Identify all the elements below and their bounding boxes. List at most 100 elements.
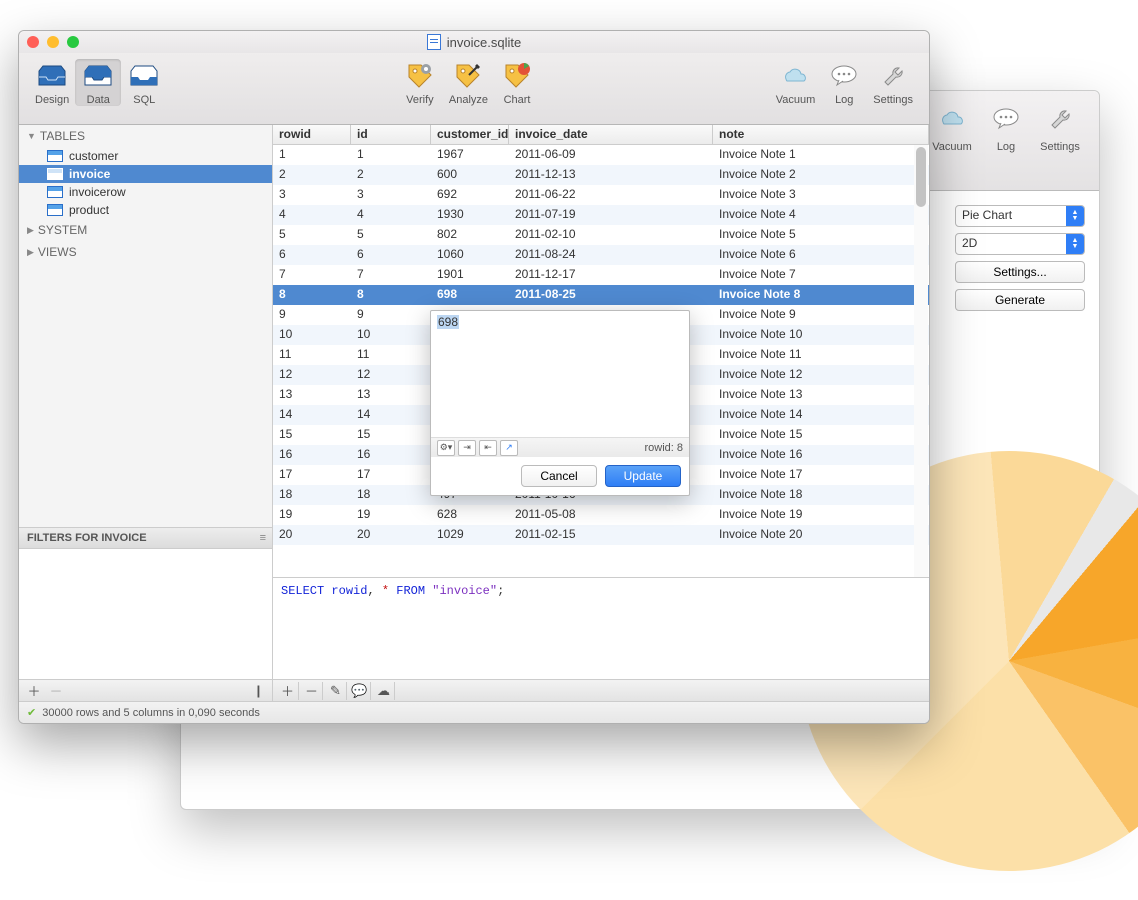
cell-edit-textarea[interactable]: 698 (431, 311, 689, 437)
cancel-button[interactable]: Cancel (521, 465, 597, 487)
chart-generate-button[interactable]: Generate (955, 289, 1085, 311)
gear-dropdown-icon[interactable]: ⚙▾ (437, 440, 455, 456)
statusbar: ✔ 30000 rows and 5 columns in 0,090 seco… (19, 701, 929, 723)
table-row[interactable]: 19196282011-05-08Invoice Note 19 (273, 505, 929, 525)
cell-rowid: 2 (273, 165, 351, 185)
tray-data-icon (81, 61, 115, 91)
cell-invoice-date: 2011-05-08 (509, 505, 713, 525)
table-row[interactable]: 1119672011-06-09Invoice Note 1 (273, 145, 929, 165)
mode-group: Design Data SQL (29, 59, 167, 106)
chart-dimension-select[interactable]: 2D ▲▼ (955, 233, 1085, 255)
sidebar-table-product[interactable]: product (19, 201, 272, 219)
analyze-button[interactable]: Analyze (443, 59, 494, 106)
table-row[interactable]: 886982011-08-25Invoice Note 8 (273, 285, 929, 305)
speech-bubble-icon (827, 61, 861, 91)
cell-id: 12 (351, 365, 431, 385)
vacuum-label: Vacuum (932, 141, 972, 153)
table-row[interactable]: 558022011-02-10Invoice Note 5 (273, 225, 929, 245)
design-button[interactable]: Design (29, 59, 75, 106)
table-row[interactable]: 202010292011-02-15Invoice Note 20 (273, 525, 929, 545)
cloud-button[interactable]: ☁ (373, 682, 395, 700)
remove-row-button[interactable]: － (301, 682, 323, 700)
cell-note: Invoice Note 18 (713, 485, 929, 505)
analyze-label: Analyze (449, 94, 488, 106)
update-button[interactable]: Update (605, 465, 681, 487)
add-filter-button[interactable]: ＋ (23, 682, 45, 700)
sidebar-table-invoicerow[interactable]: invoicerow (19, 183, 272, 201)
right-group: Vacuum Log Settings (770, 59, 919, 106)
menu-lines-icon[interactable]: ≡ (260, 532, 264, 544)
chart-label: Chart (504, 94, 531, 106)
main-toolbar: Design Data SQL Verify Analyze Cha (19, 53, 929, 125)
verify-button[interactable]: Verify (397, 59, 443, 106)
titlebar[interactable]: invoice.sqlite (19, 31, 929, 53)
table-row[interactable]: 336922011-06-22Invoice Note 3 (273, 185, 929, 205)
remove-filter-button[interactable]: － (45, 682, 67, 700)
minimize-window-icon[interactable] (47, 36, 59, 48)
chart-button[interactable]: Chart (494, 59, 540, 106)
col-header-rowid[interactable]: rowid (273, 125, 351, 144)
wrench-icon (876, 61, 910, 91)
cell-rowid: 11 (273, 345, 351, 365)
design-label: Design (35, 94, 69, 106)
add-row-button[interactable]: ＋ (277, 682, 299, 700)
cell-note: Invoice Note 5 (713, 225, 929, 245)
cell-id: 2 (351, 165, 431, 185)
tables-section-header[interactable]: ▼TABLES (19, 125, 272, 147)
chart-settings-button[interactable]: Settings... (955, 261, 1085, 283)
open-external-icon[interactable]: ↗ (500, 440, 518, 456)
sql-button[interactable]: SQL (121, 59, 167, 106)
views-section-header[interactable]: ▶VIEWS (19, 241, 272, 263)
tools-group: Verify Analyze Chart (397, 59, 540, 106)
log-label: Log (835, 94, 853, 106)
vacuum-button[interactable]: Vacuum (770, 59, 822, 106)
window-title-text: invoice.sqlite (447, 35, 521, 50)
vacuum-button-back[interactable]: Vacuum (925, 99, 979, 190)
system-section-header[interactable]: ▶SYSTEM (19, 219, 272, 241)
close-window-icon[interactable] (27, 36, 39, 48)
col-header-customer-id[interactable]: customer_id (431, 125, 509, 144)
status-text: 30000 rows and 5 columns in 0,090 second… (42, 707, 260, 719)
sidebar-table-customer[interactable]: customer (19, 147, 272, 165)
cell-customer-id: 1967 (431, 145, 509, 165)
tray-design-icon (35, 61, 69, 91)
chart-type-select[interactable]: Pie Chart ▲▼ (955, 205, 1085, 227)
cell-rowid: 20 (273, 525, 351, 545)
zoom-window-icon[interactable] (67, 36, 79, 48)
log-button-back[interactable]: Log (979, 99, 1033, 190)
table-row[interactable]: 6610602011-08-24Invoice Note 6 (273, 245, 929, 265)
settings-button-back[interactable]: Settings (1033, 99, 1087, 190)
data-button[interactable]: Data (75, 59, 121, 106)
log-button[interactable]: Log (821, 59, 867, 106)
import-icon[interactable]: ⇥ (458, 440, 476, 456)
table-row[interactable]: 226002011-12-13Invoice Note 2 (273, 165, 929, 185)
col-header-id[interactable]: id (351, 125, 431, 144)
settings-button[interactable]: Settings (867, 59, 919, 106)
cloud-icon (778, 61, 812, 91)
sidebar-table-invoice[interactable]: invoice (19, 165, 272, 183)
filters-header[interactable]: FILTERS FOR INVOICE ≡ (19, 527, 272, 549)
window-title: invoice.sqlite (19, 34, 929, 50)
cell-id: 20 (351, 525, 431, 545)
edit-row-button[interactable]: ✎ (325, 682, 347, 700)
comment-button[interactable]: 💬 (349, 682, 371, 700)
vertical-scrollbar[interactable] (914, 145, 928, 577)
table-row[interactable]: 7719012011-12-17Invoice Note 7 (273, 265, 929, 285)
cell-invoice-date: 2011-12-13 (509, 165, 713, 185)
cell-note: Invoice Note 11 (713, 345, 929, 365)
cell-rowid: 12 (273, 365, 351, 385)
columns-icon[interactable]: ||| (246, 682, 268, 700)
chart-dimension-value: 2D (956, 234, 1066, 254)
cell-customer-id: 802 (431, 225, 509, 245)
grid-header-row: rowid id customer_id invoice_date note (273, 125, 929, 145)
table-row[interactable]: 4419302011-07-19Invoice Note 4 (273, 205, 929, 225)
scrollbar-thumb[interactable] (916, 147, 926, 207)
sql-keyword: SELECT (281, 584, 331, 598)
settings-label: Settings (873, 94, 913, 106)
export-icon[interactable]: ⇤ (479, 440, 497, 456)
chart-controls: Pie Chart ▲▼ 2D ▲▼ Settings... Generate (955, 205, 1085, 317)
cell-id: 11 (351, 345, 431, 365)
col-header-invoice-date[interactable]: invoice_date (509, 125, 713, 144)
col-header-note[interactable]: note (713, 125, 929, 144)
sql-editor[interactable]: SELECT rowid, * FROM "invoice"; (273, 577, 929, 679)
